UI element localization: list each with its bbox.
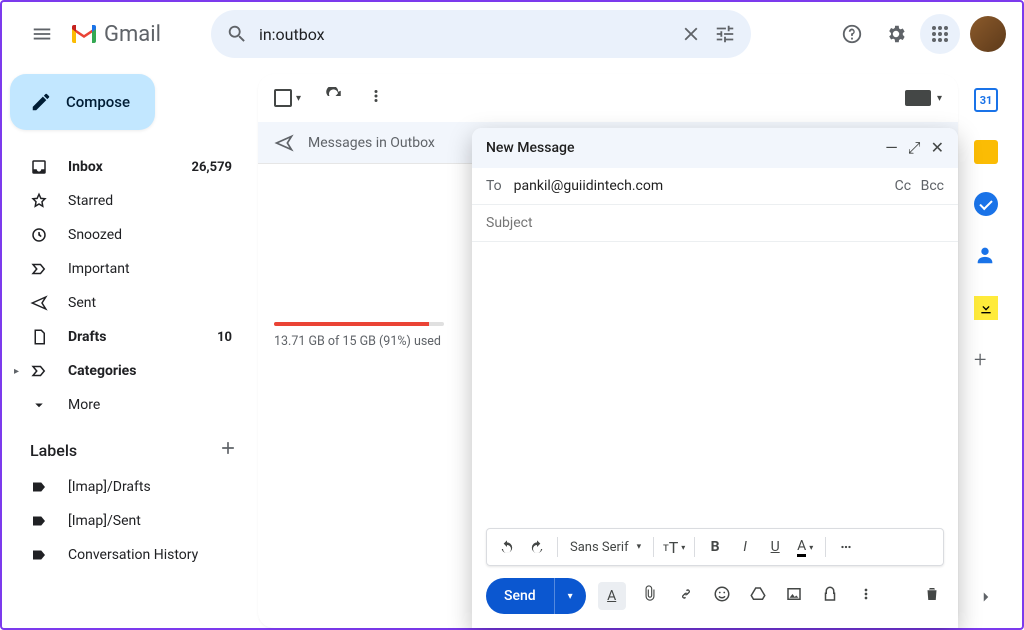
storage-text[interactable]: 13.71 GB of 15 GB (91%) used [274,334,444,349]
font-size-button[interactable]: тT▾ [660,533,688,561]
more-formatting-button[interactable] [832,533,860,561]
sidebar-item-drafts[interactable]: Drafts 10 [10,320,248,354]
search-icon[interactable] [225,22,249,46]
input-tools-caret[interactable]: ▾ [937,93,942,104]
help-button[interactable] [832,14,872,54]
label-item[interactable]: [Imap]/Sent [10,504,248,538]
folder-label: Snoozed [68,227,232,243]
to-label: To [486,178,502,194]
discard-draft-button[interactable] [920,585,944,607]
folder-label: More [68,397,232,413]
label-item[interactable]: [Imap]/Drafts [10,470,248,504]
font-selector[interactable]: Sans Serif▾ [564,540,647,555]
sidebar-item-starred[interactable]: Starred [10,184,248,218]
redo-button[interactable] [523,533,551,561]
label-text: [Imap]/Sent [68,513,232,529]
clock-icon [30,226,50,244]
formatting-toggle-button[interactable]: A [598,582,626,610]
compose-button[interactable]: Compose [10,74,155,130]
folder-label: Sent [68,295,232,311]
sidebar-item-more[interactable]: More [10,388,248,422]
bold-button[interactable]: B [701,533,729,561]
label-text: [Imap]/Drafts [68,479,232,495]
refresh-button[interactable] [325,87,343,109]
sidebar-item-inbox[interactable]: Inbox 26,579 [10,150,248,184]
clear-search-icon[interactable] [679,22,703,46]
folder-label: Important [68,261,232,277]
gmail-logo[interactable]: Gmail [70,22,161,47]
contacts-app-icon[interactable] [974,244,998,268]
label-icon [30,546,50,564]
gmail-logo-text: Gmail [104,22,161,47]
underline-button[interactable]: U [761,533,789,561]
label-item[interactable]: Conversation History [10,538,248,572]
minimize-button[interactable]: — [885,138,898,158]
insert-drive-button[interactable] [746,585,770,607]
search-options-icon[interactable] [713,22,737,46]
categories-icon [30,362,50,380]
formatting-toolbar: Sans Serif▾ тT▾ B I U A▾ [486,528,944,566]
labels-heading: Labels [30,441,77,460]
cc-button[interactable]: Cc [895,178,911,194]
compose-body[interactable] [472,242,958,518]
label-icon [30,512,50,530]
keep-app-icon[interactable] [974,140,998,164]
folder-label: Drafts [68,329,217,345]
to-field[interactable]: pankil@guiidintech.com [514,178,889,194]
folder-label: Starred [68,193,232,209]
outbox-banner-text: Messages in Outbox [308,135,435,151]
more-options-button[interactable] [854,586,878,606]
chevron-down-icon [30,396,50,414]
insert-photo-button[interactable] [782,585,806,607]
storage-bar [274,322,444,326]
send-icon [30,294,50,312]
label-text: Conversation History [68,547,232,563]
compose-title: New Message [486,140,574,156]
add-label-button[interactable] [218,438,238,462]
more-button[interactable] [367,87,385,109]
confidential-mode-button[interactable] [818,585,842,607]
text-color-button[interactable]: A▾ [791,533,819,561]
apps-button[interactable] [920,14,960,54]
calendar-app-icon[interactable]: 31 [974,88,998,112]
sidebar-item-important[interactable]: Important [10,252,248,286]
compose-window: New Message — ⤢ ✕ To pankil@guiidintech.… [472,128,958,628]
file-icon [30,328,50,346]
fullscreen-button[interactable]: ⤢ [908,138,921,158]
send-options-button[interactable]: ▾ [554,578,586,614]
folder-label: Inbox [68,159,192,175]
insert-link-button[interactable] [674,585,698,607]
send-button[interactable]: Send ▾ [486,578,586,614]
insert-emoji-button[interactable] [710,585,734,607]
folder-count: 26,579 [192,160,233,175]
star-icon [30,192,50,210]
settings-button[interactable] [876,14,916,54]
close-button[interactable]: ✕ [931,138,944,158]
folder-label: Categories [68,363,232,379]
attach-file-button[interactable] [638,585,662,607]
addon-app-icon[interactable] [974,296,998,320]
search-bar[interactable] [211,10,751,58]
search-input[interactable] [259,25,679,44]
italic-button[interactable]: I [731,533,759,561]
account-avatar[interactable] [970,16,1006,52]
select-all-checkbox[interactable]: ▾ [274,89,301,107]
compose-label: Compose [66,93,130,111]
inbox-icon [30,158,50,176]
subject-field[interactable] [486,215,944,231]
input-tools-button[interactable] [905,90,931,106]
folder-count: 10 [217,330,232,345]
label-icon [30,478,50,496]
hide-sidepanel-button[interactable] [977,588,995,610]
menu-button[interactable] [18,10,66,58]
undo-button[interactable] [493,533,521,561]
sidebar-item-categories[interactable]: Categories [10,354,248,388]
get-addons-button[interactable]: + [974,348,998,372]
important-icon [30,260,50,278]
send-label: Send [486,588,554,604]
sidebar-item-snoozed[interactable]: Snoozed [10,218,248,252]
sidebar-item-sent[interactable]: Sent [10,286,248,320]
tasks-app-icon[interactable] [974,192,998,216]
bcc-button[interactable]: Bcc [921,178,944,194]
